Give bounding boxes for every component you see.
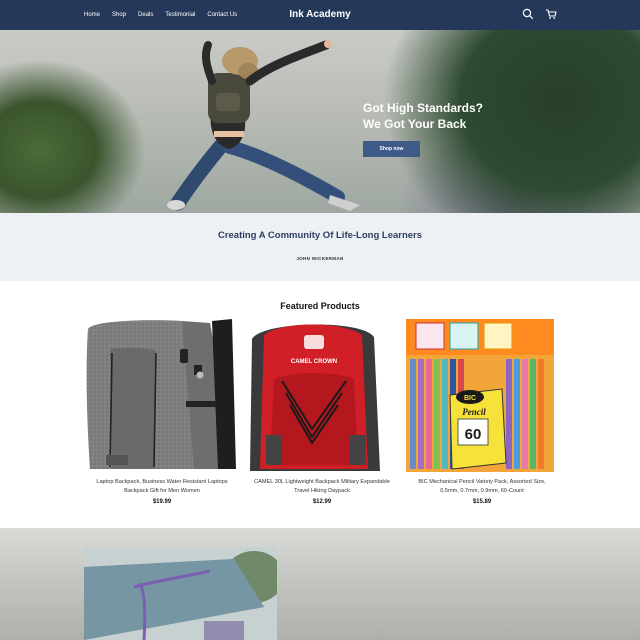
featured-products-section: Featured Products Laptop Backpack, Busin…: [0, 281, 640, 528]
product-title-line-2: 0.5mm, 0.7mm, 0.9mm, 60-Count: [440, 488, 524, 494]
search-icon[interactable]: [521, 7, 535, 21]
product-card[interactable]: CAMEL CROWN CAMEL 30L Lightweight Backpa…: [242, 319, 402, 519]
product-title-line-2: Travel Hiking Daypack: [294, 488, 350, 494]
product-price: $19.99: [152, 499, 172, 505]
hero-banner: Got High Standards? We Got Your Back Sho…: [0, 30, 640, 213]
site-header: Home Shop Deals Testimonial Contact Us I…: [0, 0, 640, 30]
product-price: $12.99: [312, 499, 332, 505]
graduation-cap-image: [84, 547, 277, 640]
product-image-label-text: Pencil: [462, 407, 486, 417]
header-icons: [521, 7, 558, 21]
nav-shop[interactable]: Shop: [112, 12, 126, 18]
nav-testimonial[interactable]: Testimonial: [165, 12, 195, 18]
nav-deals[interactable]: Deals: [138, 12, 153, 18]
testimonial-band: Creating A Community Of Life-Long Learne…: [0, 213, 640, 281]
product-price: $15.89: [472, 499, 492, 505]
hero-headline-line-1: Got High Standards?: [363, 101, 483, 115]
hero-headline-line-2: We Got Your Back: [363, 117, 467, 131]
nav-contact-us[interactable]: Contact Us: [207, 12, 237, 18]
nav-home[interactable]: Home: [84, 12, 100, 18]
featured-products-title: Featured Products: [280, 301, 360, 311]
product-title-line-1: CAMEL 30L Lightweight Backpack Military …: [254, 479, 390, 485]
shop-now-button[interactable]: Shop now: [363, 141, 420, 157]
hero-headline: Got High Standards? We Got Your Back: [363, 100, 523, 132]
product-image-red-backpack[interactable]: CAMEL CROWN: [242, 319, 402, 472]
product-title-line-1: BIC Mechanical Pencil Variety Pack, Asso…: [418, 479, 546, 485]
product-title-line-2: Backpack Gift for Men Women: [124, 488, 200, 494]
hero-jumping-student-image: [167, 40, 360, 211]
bottom-banner: [0, 528, 640, 640]
product-title[interactable]: Laptop Backpack, Business Water Resistan…: [82, 478, 242, 496]
testimonial-author: JOHN WICKERMAN: [296, 256, 344, 261]
product-title-line-1: Laptop Backpack, Business Water Resistan…: [96, 479, 228, 485]
product-image-bic-pencil-pack[interactable]: BIC Pencil 60: [402, 319, 562, 472]
product-card[interactable]: Laptop Backpack, Business Water Resistan…: [82, 319, 242, 519]
product-image-brand-text: CAMEL CROWN: [291, 359, 337, 365]
product-title[interactable]: BIC Mechanical Pencil Variety Pack, Asso…: [402, 478, 562, 496]
testimonial-quote: Creating A Community Of Life-Long Learne…: [217, 230, 423, 241]
product-image-count-text: 60: [465, 426, 482, 443]
product-card[interactable]: BIC Pencil 60 BIC Mechanical Pencil Vari…: [402, 319, 562, 519]
product-image-brand-text: BIC: [464, 395, 476, 402]
product-grid: Laptop Backpack, Business Water Resistan…: [82, 319, 562, 519]
product-title[interactable]: CAMEL 30L Lightweight Backpack Military …: [242, 478, 402, 496]
main-nav: Home Shop Deals Testimonial Contact Us: [84, 0, 249, 30]
product-image-grey-backpack[interactable]: [82, 319, 242, 472]
cart-icon[interactable]: [544, 7, 558, 21]
